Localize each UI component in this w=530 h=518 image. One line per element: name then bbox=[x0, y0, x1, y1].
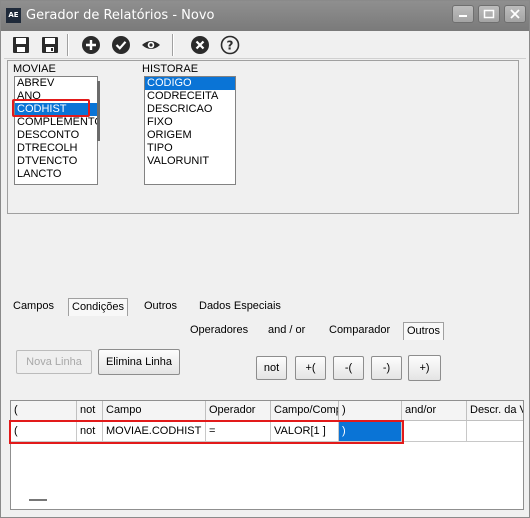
list-item[interactable]: DTRECOLH bbox=[15, 142, 97, 155]
column-header[interactable]: Descr. da V bbox=[467, 401, 523, 421]
close-paren-plus-button[interactable]: +) bbox=[408, 355, 441, 381]
tab-campos[interactable]: Campos bbox=[10, 298, 57, 316]
tab-and-or[interactable]: and / or bbox=[265, 322, 308, 340]
highlight-box bbox=[12, 99, 90, 117]
minimize-icon bbox=[459, 15, 467, 17]
list-item[interactable]: DTVENCTO bbox=[15, 155, 97, 168]
list-item[interactable]: ABREV bbox=[15, 77, 97, 90]
list-item-selected[interactable]: CODIGO bbox=[145, 77, 235, 90]
close-button[interactable] bbox=[504, 5, 526, 23]
title-bar[interactable]: AE Gerador de Relatórios - Novo bbox=[1, 1, 529, 31]
app-icon: AE bbox=[6, 8, 21, 23]
open-paren-minus-button[interactable]: -( bbox=[333, 356, 364, 380]
tab-operadores[interactable]: Operadores bbox=[187, 322, 251, 340]
close-icon bbox=[510, 9, 520, 19]
column-header[interactable]: not bbox=[77, 401, 103, 421]
save-icon[interactable] bbox=[11, 35, 31, 55]
list-item[interactable]: TIPO bbox=[145, 142, 235, 155]
sub-tabs: Operadores and / or Comparador Outros bbox=[185, 322, 455, 340]
list-item[interactable]: DESCONTO bbox=[15, 129, 97, 142]
new-line-button[interactable]: Nova Linha bbox=[16, 350, 92, 374]
historae-title: HISTORAE bbox=[142, 63, 199, 75]
column-header[interactable]: Campo bbox=[103, 401, 206, 421]
highlight-box bbox=[9, 420, 404, 444]
moviae-field-list[interactable]: ABREV ANO CODHIST COMPLEMENTO DESCONTO D… bbox=[14, 76, 98, 185]
close-paren-minus-button[interactable]: -) bbox=[371, 356, 402, 380]
tab-dados-especiais[interactable]: Dados Especiais bbox=[196, 298, 284, 316]
column-header[interactable]: Campo/Comp bbox=[271, 401, 339, 421]
help-icon[interactable]: ? bbox=[220, 35, 240, 55]
report-generator-window: AE Gerador de Relatórios - Novo ? MOVIAE… bbox=[0, 0, 530, 518]
fields-panel: MOVIAE ABREV ANO CODHIST COMPLEMENTO DES… bbox=[7, 60, 519, 214]
list-item[interactable]: DESCRICAO bbox=[145, 103, 235, 116]
maximize-button[interactable] bbox=[478, 5, 500, 23]
main-tabs: Campos Condições Outros Dados Especiais bbox=[10, 298, 310, 316]
list-item[interactable]: COMPLEMENTO bbox=[15, 116, 97, 129]
toolbar-separator bbox=[172, 34, 174, 56]
historae-field-list[interactable]: CODIGO CODRECEITA DESCRICAO FIXO ORIGEM … bbox=[144, 76, 236, 185]
column-header[interactable]: ( bbox=[11, 401, 77, 421]
cancel-icon[interactable] bbox=[190, 35, 210, 55]
list-item[interactable]: LANCTO bbox=[15, 168, 97, 181]
preview-eye-icon[interactable] bbox=[141, 35, 161, 55]
table-cell[interactable] bbox=[402, 421, 467, 442]
tab-condicoes[interactable]: Condições bbox=[68, 298, 128, 316]
delete-line-button[interactable]: Elimina Linha bbox=[98, 349, 180, 375]
list-item[interactable]: ORIGEM bbox=[145, 129, 235, 142]
check-icon[interactable] bbox=[111, 35, 131, 55]
column-header[interactable]: Operador bbox=[206, 401, 271, 421]
not-button[interactable]: not bbox=[256, 356, 287, 380]
tab-comparador[interactable]: Comparador bbox=[326, 322, 393, 340]
moviae-title: MOVIAE bbox=[13, 63, 56, 75]
save-as-icon[interactable] bbox=[40, 35, 60, 55]
column-header[interactable]: and/or bbox=[402, 401, 467, 421]
list-item[interactable]: CODRECEITA bbox=[145, 90, 235, 103]
table-cell[interactable] bbox=[467, 421, 523, 442]
list-item[interactable]: VALORUNIT bbox=[145, 155, 235, 168]
minimize-button[interactable] bbox=[452, 5, 474, 23]
tab-outros[interactable]: Outros bbox=[141, 298, 180, 316]
column-header[interactable]: ) bbox=[339, 401, 402, 421]
grid-scrollbar[interactable] bbox=[29, 499, 47, 501]
maximize-icon bbox=[483, 9, 495, 19]
toolbar: ? bbox=[4, 31, 526, 59]
open-paren-plus-button[interactable]: +( bbox=[295, 356, 326, 380]
svg-text:?: ? bbox=[227, 39, 234, 53]
moviae-scrollbar[interactable] bbox=[97, 81, 100, 141]
conditions-grid[interactable]: ( not Campo Operador Campo/Comp ) and/or… bbox=[10, 400, 524, 510]
tab-outros-sub[interactable]: Outros bbox=[403, 322, 445, 340]
list-item[interactable]: FIXO bbox=[145, 116, 235, 129]
toolbar-separator bbox=[67, 34, 69, 56]
window-title: Gerador de Relatórios - Novo bbox=[26, 8, 215, 23]
add-icon[interactable] bbox=[81, 35, 101, 55]
